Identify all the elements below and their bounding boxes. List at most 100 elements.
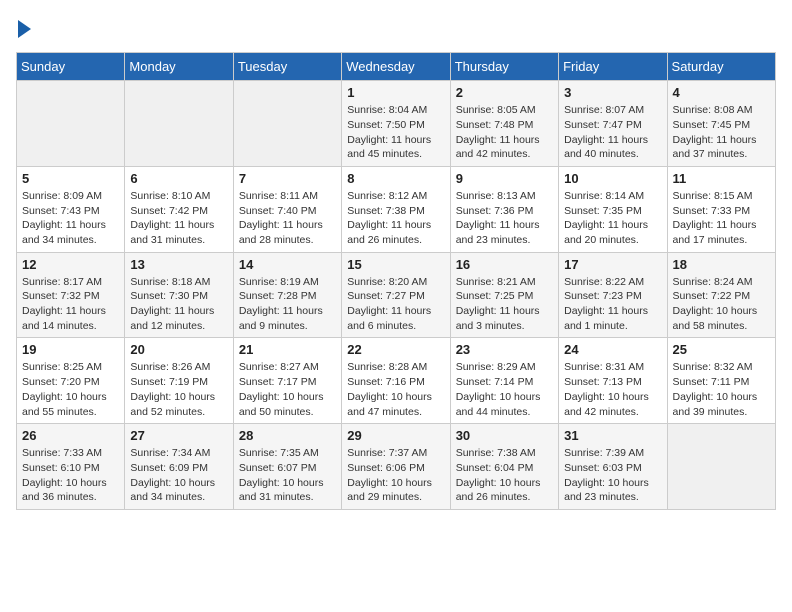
day-info: Sunrise: 7:39 AM Sunset: 6:03 PM Dayligh… <box>564 446 661 505</box>
day-info: Sunrise: 7:38 AM Sunset: 6:04 PM Dayligh… <box>456 446 553 505</box>
day-info: Sunrise: 7:34 AM Sunset: 6:09 PM Dayligh… <box>130 446 227 505</box>
day-info: Sunrise: 8:20 AM Sunset: 7:27 PM Dayligh… <box>347 275 444 334</box>
calendar-day-cell: 10 Sunrise: 8:14 AM Sunset: 7:35 PM Dayli… <box>559 166 667 252</box>
day-of-week-header: Thursday <box>450 53 558 81</box>
calendar-day-cell: 4 Sunrise: 8:08 AM Sunset: 7:45 PM Daylig… <box>667 81 775 167</box>
day-info: Sunrise: 8:29 AM Sunset: 7:14 PM Dayligh… <box>456 360 553 419</box>
day-number: 9 <box>456 171 553 186</box>
day-number: 28 <box>239 428 336 443</box>
calendar-day-cell: 13 Sunrise: 8:18 AM Sunset: 7:30 PM Dayli… <box>125 252 233 338</box>
day-info: Sunrise: 8:04 AM Sunset: 7:50 PM Dayligh… <box>347 103 444 162</box>
day-info: Sunrise: 8:25 AM Sunset: 7:20 PM Dayligh… <box>22 360 119 419</box>
calendar-day-cell: 7Sunrise: 8:11 AM Sunset: 7:40 PM Daylig… <box>233 166 341 252</box>
day-number: 19 <box>22 342 119 357</box>
day-info: Sunrise: 8:26 AM Sunset: 7:19 PM Dayligh… <box>130 360 227 419</box>
day-number: 13 <box>130 257 227 272</box>
day-info: Sunrise: 8:05 AM Sunset: 7:48 PM Dayligh… <box>456 103 553 162</box>
day-number: 15 <box>347 257 444 272</box>
calendar-day-cell: 20 Sunrise: 8:26 AM Sunset: 7:19 PM Dayli… <box>125 338 233 424</box>
day-of-week-header: Saturday <box>667 53 775 81</box>
day-of-week-header: Wednesday <box>342 53 450 81</box>
day-info: Sunrise: 8:28 AM Sunset: 7:16 PM Dayligh… <box>347 360 444 419</box>
day-number: 2 <box>456 85 553 100</box>
day-of-week-header: Tuesday <box>233 53 341 81</box>
day-number: 17 <box>564 257 661 272</box>
day-info: Sunrise: 8:19 AM Sunset: 7:28 PM Dayligh… <box>239 275 336 334</box>
day-number: 24 <box>564 342 661 357</box>
day-number: 6 <box>130 171 227 186</box>
calendar-week-row: 26Sunrise: 7:33 AM Sunset: 6:10 PM Dayli… <box>17 424 776 510</box>
day-info: Sunrise: 8:08 AM Sunset: 7:45 PM Dayligh… <box>673 103 770 162</box>
calendar-day-cell <box>125 81 233 167</box>
day-number: 29 <box>347 428 444 443</box>
day-number: 14 <box>239 257 336 272</box>
calendar-day-cell: 21Sunrise: 8:27 AM Sunset: 7:17 PM Dayli… <box>233 338 341 424</box>
calendar-day-cell: 19 Sunrise: 8:25 AM Sunset: 7:20 PM Dayli… <box>17 338 125 424</box>
day-number: 4 <box>673 85 770 100</box>
day-info: Sunrise: 8:32 AM Sunset: 7:11 PM Dayligh… <box>673 360 770 419</box>
day-info: Sunrise: 8:09 AM Sunset: 7:43 PM Dayligh… <box>22 189 119 248</box>
day-number: 30 <box>456 428 553 443</box>
day-info: Sunrise: 7:37 AM Sunset: 6:06 PM Dayligh… <box>347 446 444 505</box>
day-info: Sunrise: 8:18 AM Sunset: 7:30 PM Dayligh… <box>130 275 227 334</box>
calendar-day-cell: 25Sunrise: 8:32 AM Sunset: 7:11 PM Dayli… <box>667 338 775 424</box>
day-number: 10 <box>564 171 661 186</box>
calendar-day-cell <box>233 81 341 167</box>
calendar-day-cell: 26Sunrise: 7:33 AM Sunset: 6:10 PM Dayli… <box>17 424 125 510</box>
calendar-header <box>16 16 776 40</box>
calendar-day-cell: 29 Sunrise: 7:37 AM Sunset: 6:06 PM Dayli… <box>342 424 450 510</box>
calendar-day-cell: 15 Sunrise: 8:20 AM Sunset: 7:27 PM Dayli… <box>342 252 450 338</box>
day-info: Sunrise: 8:11 AM Sunset: 7:40 PM Dayligh… <box>239 189 336 248</box>
day-info: Sunrise: 8:12 AM Sunset: 7:38 PM Dayligh… <box>347 189 444 248</box>
calendar-day-cell: 11 Sunrise: 8:15 AM Sunset: 7:33 PM Dayli… <box>667 166 775 252</box>
day-number: 1 <box>347 85 444 100</box>
day-of-week-header: Monday <box>125 53 233 81</box>
calendar-day-cell: 12Sunrise: 8:17 AM Sunset: 7:32 PM Dayli… <box>17 252 125 338</box>
calendar-day-cell <box>667 424 775 510</box>
calendar-day-cell: 3 Sunrise: 8:07 AM Sunset: 7:47 PM Daylig… <box>559 81 667 167</box>
calendar-week-row: 5Sunrise: 8:09 AM Sunset: 7:43 PM Daylig… <box>17 166 776 252</box>
calendar-day-cell: 18 Sunrise: 8:24 AM Sunset: 7:22 PM Dayli… <box>667 252 775 338</box>
calendar-day-cell <box>17 81 125 167</box>
calendar-day-cell: 1 Sunrise: 8:04 AM Sunset: 7:50 PM Daylig… <box>342 81 450 167</box>
day-info: Sunrise: 8:14 AM Sunset: 7:35 PM Dayligh… <box>564 189 661 248</box>
calendar-day-cell: 31 Sunrise: 7:39 AM Sunset: 6:03 PM Dayli… <box>559 424 667 510</box>
day-info: Sunrise: 7:33 AM Sunset: 6:10 PM Dayligh… <box>22 446 119 505</box>
day-of-week-header: Friday <box>559 53 667 81</box>
day-info: Sunrise: 8:24 AM Sunset: 7:22 PM Dayligh… <box>673 275 770 334</box>
day-number: 23 <box>456 342 553 357</box>
calendar-day-cell: 8 Sunrise: 8:12 AM Sunset: 7:38 PM Daylig… <box>342 166 450 252</box>
calendar-week-row: 19 Sunrise: 8:25 AM Sunset: 7:20 PM Dayli… <box>17 338 776 424</box>
calendar-header-row: SundayMondayTuesdayWednesdayThursdayFrid… <box>17 53 776 81</box>
calendar-week-row: 12Sunrise: 8:17 AM Sunset: 7:32 PM Dayli… <box>17 252 776 338</box>
day-info: Sunrise: 8:15 AM Sunset: 7:33 PM Dayligh… <box>673 189 770 248</box>
day-of-week-header: Sunday <box>17 53 125 81</box>
day-info: Sunrise: 8:10 AM Sunset: 7:42 PM Dayligh… <box>130 189 227 248</box>
day-info: Sunrise: 8:27 AM Sunset: 7:17 PM Dayligh… <box>239 360 336 419</box>
calendar-day-cell: 28 Sunrise: 7:35 AM Sunset: 6:07 PM Dayli… <box>233 424 341 510</box>
day-info: Sunrise: 8:22 AM Sunset: 7:23 PM Dayligh… <box>564 275 661 334</box>
day-number: 27 <box>130 428 227 443</box>
calendar-day-cell: 6 Sunrise: 8:10 AM Sunset: 7:42 PM Daylig… <box>125 166 233 252</box>
calendar-table: SundayMondayTuesdayWednesdayThursdayFrid… <box>16 52 776 510</box>
calendar-day-cell: 23 Sunrise: 8:29 AM Sunset: 7:14 PM Dayli… <box>450 338 558 424</box>
day-number: 16 <box>456 257 553 272</box>
day-number: 31 <box>564 428 661 443</box>
day-info: Sunrise: 8:07 AM Sunset: 7:47 PM Dayligh… <box>564 103 661 162</box>
day-number: 18 <box>673 257 770 272</box>
calendar-day-cell: 5Sunrise: 8:09 AM Sunset: 7:43 PM Daylig… <box>17 166 125 252</box>
calendar-week-row: 1 Sunrise: 8:04 AM Sunset: 7:50 PM Daylig… <box>17 81 776 167</box>
calendar-day-cell: 22 Sunrise: 8:28 AM Sunset: 7:16 PM Dayli… <box>342 338 450 424</box>
calendar-day-cell: 9Sunrise: 8:13 AM Sunset: 7:36 PM Daylig… <box>450 166 558 252</box>
calendar-day-cell: 30 Sunrise: 7:38 AM Sunset: 6:04 PM Dayli… <box>450 424 558 510</box>
calendar-day-cell: 27 Sunrise: 7:34 AM Sunset: 6:09 PM Dayli… <box>125 424 233 510</box>
day-number: 8 <box>347 171 444 186</box>
day-number: 12 <box>22 257 119 272</box>
day-number: 11 <box>673 171 770 186</box>
day-number: 20 <box>130 342 227 357</box>
day-info: Sunrise: 7:35 AM Sunset: 6:07 PM Dayligh… <box>239 446 336 505</box>
calendar-day-cell: 2 Sunrise: 8:05 AM Sunset: 7:48 PM Daylig… <box>450 81 558 167</box>
calendar-day-cell: 17 Sunrise: 8:22 AM Sunset: 7:23 PM Dayli… <box>559 252 667 338</box>
day-number: 22 <box>347 342 444 357</box>
day-number: 3 <box>564 85 661 100</box>
